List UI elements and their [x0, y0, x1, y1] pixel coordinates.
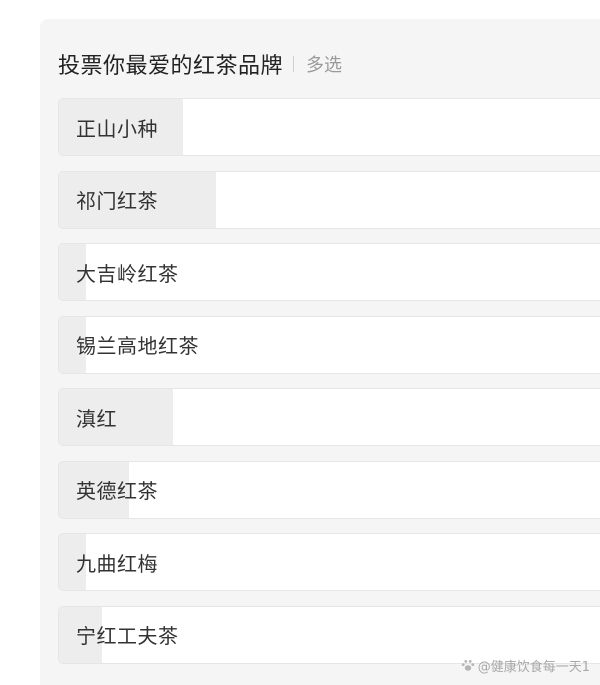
header-divider [293, 56, 295, 72]
poll-option-label: 锡兰高地红茶 [76, 334, 199, 358]
poll-option-label: 正山小种 [76, 116, 158, 141]
poll-option-6[interactable]: 九曲红梅 [58, 533, 600, 591]
paw-icon [461, 660, 474, 671]
poll-option-7[interactable]: 宁红工夫茶 [58, 605, 600, 664]
poll-option-label: 祁门红茶 [76, 189, 158, 213]
poll-header: 投票你最爱的红茶品牌 多选 [58, 46, 342, 82]
poll-option-5[interactable]: 英德红茶 [58, 460, 600, 519]
poll-options: 正山小种 祁门红茶 大吉岭红茶 锡兰高地红茶 滇红 英德红茶 九曲红梅 宁红工夫… [58, 98, 600, 678]
poll-title: 投票你最爱的红茶品牌 [58, 54, 284, 79]
poll-option-2[interactable]: 大吉岭红茶 [58, 243, 600, 301]
watermark: @健康饮食每一天1 [461, 656, 590, 675]
poll-option-label: 大吉岭红茶 [76, 261, 179, 286]
poll-option-3[interactable]: 锡兰高地红茶 [58, 315, 600, 374]
watermark-text: @健康饮食每一天1 [477, 660, 590, 675]
poll-option-label: 英德红茶 [76, 479, 158, 503]
poll-option-0[interactable]: 正山小种 [58, 98, 600, 156]
poll-option-label: 九曲红梅 [76, 551, 158, 576]
poll-option-label: 宁红工夫茶 [76, 624, 179, 648]
poll-option-4[interactable]: 滇红 [58, 388, 600, 446]
poll-option-1[interactable]: 祁门红茶 [58, 170, 600, 229]
poll-mode-label: 多选 [306, 55, 343, 76]
poll-option-label: 滇红 [76, 406, 117, 431]
